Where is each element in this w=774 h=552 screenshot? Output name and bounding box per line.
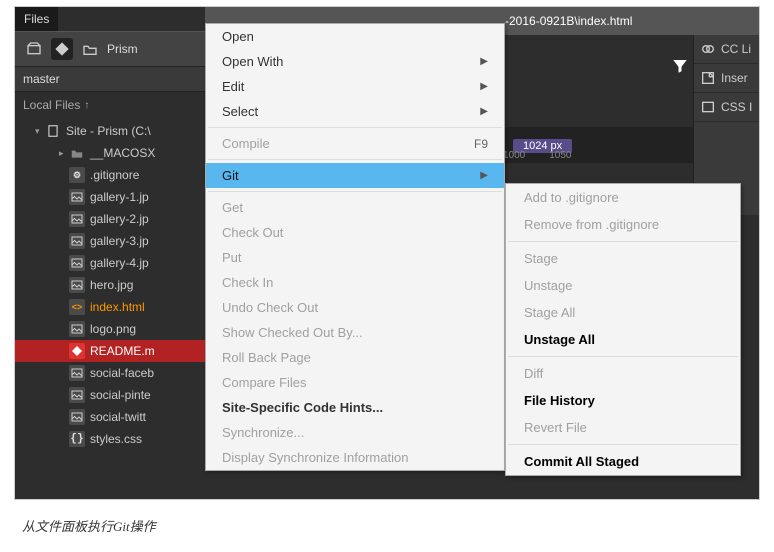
git-revert-file: Revert File: [506, 414, 740, 441]
git-stage: Stage: [506, 245, 740, 272]
tree-site-root[interactable]: ▾ Site - Prism (C:\: [15, 120, 205, 142]
git-stage-all: Stage All: [506, 299, 740, 326]
tree-file-gallery1[interactable]: gallery-1.jp: [15, 186, 205, 208]
tree-file-logo[interactable]: logo.png: [15, 318, 205, 340]
files-tab[interactable]: Files: [15, 7, 58, 31]
image-file-icon: [69, 321, 85, 337]
git-submenu: Add to .gitignore Remove from .gitignore…: [505, 183, 741, 476]
files-toolbar: Prism: [15, 31, 205, 67]
git-add-gitignore: Add to .gitignore: [506, 184, 740, 211]
menu-roll-back-page: Roll Back Page: [206, 345, 504, 370]
menu-open-with[interactable]: Open With▶: [206, 49, 504, 74]
image-file-icon: [69, 365, 85, 381]
menu-undo-check-out: Undo Check Out: [206, 295, 504, 320]
app-frame: -2016-0921B\index.html CC Li Inser CSS I…: [14, 6, 760, 500]
menu-get: Get: [206, 195, 504, 220]
tree-file-gallery2[interactable]: gallery-2.jp: [15, 208, 205, 230]
git-commit-all-staged[interactable]: Commit All Staged: [506, 448, 740, 475]
css-file-icon: {}: [69, 431, 85, 447]
tree-file-social-pin[interactable]: social-pinte: [15, 384, 205, 406]
tree-file-social-tw[interactable]: social-twitt: [15, 406, 205, 428]
git-file-history[interactable]: File History: [506, 387, 740, 414]
chevron-right-icon: ▶: [480, 56, 488, 67]
folder-icon: [69, 145, 85, 161]
image-file-icon: [69, 233, 85, 249]
menu-compare-files: Compare Files: [206, 370, 504, 395]
menu-separator: [208, 191, 502, 192]
menu-git[interactable]: Git▶: [206, 163, 504, 188]
markdown-file-icon: [69, 343, 85, 359]
site-icon: [45, 123, 61, 139]
config-file-icon: ⚙: [69, 167, 85, 183]
menu-separator: [508, 356, 738, 357]
file-tree: ▾ Site - Prism (C:\ ▸ __MACOSX ⚙ .gitign…: [15, 118, 205, 452]
git-diamond-icon[interactable]: [51, 38, 73, 60]
tree-file-gallery4[interactable]: gallery-4.jp: [15, 252, 205, 274]
files-panel: Files Prism master Local Files ↑ ▾: [15, 7, 205, 499]
right-rail-cc[interactable]: CC Li: [694, 35, 759, 64]
menu-separator: [508, 241, 738, 242]
tree-file-readme[interactable]: README.m: [15, 340, 205, 362]
folder-icon[interactable]: [79, 38, 101, 60]
html-file-icon: <>: [69, 299, 85, 315]
image-file-icon: [69, 189, 85, 205]
menu-select[interactable]: Select▶: [206, 99, 504, 124]
git-diff: Diff: [506, 360, 740, 387]
git-unstage-all[interactable]: Unstage All: [506, 326, 740, 353]
chevron-right-icon: ▶: [480, 170, 488, 181]
menu-show-checked-out-by: Show Checked Out By...: [206, 320, 504, 345]
menu-separator: [508, 444, 738, 445]
git-remove-gitignore: Remove from .gitignore: [506, 211, 740, 238]
local-files-header[interactable]: Local Files ↑: [15, 92, 205, 118]
tree-file-social-fb[interactable]: social-faceb: [15, 362, 205, 384]
sort-up-icon: ↑: [84, 100, 89, 111]
menu-open[interactable]: Open: [206, 24, 504, 49]
menu-synchronize: Synchronize...: [206, 420, 504, 445]
image-file-icon: [69, 211, 85, 227]
filter-icon[interactable]: [671, 57, 689, 80]
tree-file-hero[interactable]: hero.jpg: [15, 274, 205, 296]
menu-separator: [208, 159, 502, 160]
image-file-icon: [69, 409, 85, 425]
menu-check-in: Check In: [206, 270, 504, 295]
image-file-icon: [69, 277, 85, 293]
git-unstage: Unstage: [506, 272, 740, 299]
menu-display-sync-info: Display Synchronize Information: [206, 445, 504, 470]
document-path: -2016-0921B\index.html: [505, 14, 632, 28]
site-name[interactable]: Prism: [107, 42, 138, 56]
menu-edit[interactable]: Edit▶: [206, 74, 504, 99]
chevron-right-icon: ▶: [480, 106, 488, 117]
menu-put: Put: [206, 245, 504, 270]
right-rail-insert[interactable]: Inser: [694, 64, 759, 93]
image-file-icon: [69, 387, 85, 403]
right-rail-css[interactable]: CSS I: [694, 93, 759, 122]
tree-file-gitignore[interactable]: ⚙ .gitignore: [15, 164, 205, 186]
tree-folder-macosx[interactable]: ▸ __MACOSX: [15, 142, 205, 164]
git-branch[interactable]: master: [15, 67, 205, 92]
menu-separator: [208, 127, 502, 128]
menu-compile: CompileF9: [206, 131, 504, 156]
tree-file-styles[interactable]: {} styles.css: [15, 428, 205, 450]
menu-site-specific-code-hints[interactable]: Site-Specific Code Hints...: [206, 395, 504, 420]
chevron-right-icon: ▶: [480, 81, 488, 92]
context-menu: Open Open With▶ Edit▶ Select▶ CompileF9 …: [205, 23, 505, 471]
define-sites-icon[interactable]: [23, 38, 45, 60]
figure-caption: 从文件面板执行Git操作: [22, 516, 156, 535]
tree-file-gallery3[interactable]: gallery-3.jp: [15, 230, 205, 252]
menu-check-out: Check Out: [206, 220, 504, 245]
tree-file-index[interactable]: <> index.html: [15, 296, 205, 318]
image-file-icon: [69, 255, 85, 271]
